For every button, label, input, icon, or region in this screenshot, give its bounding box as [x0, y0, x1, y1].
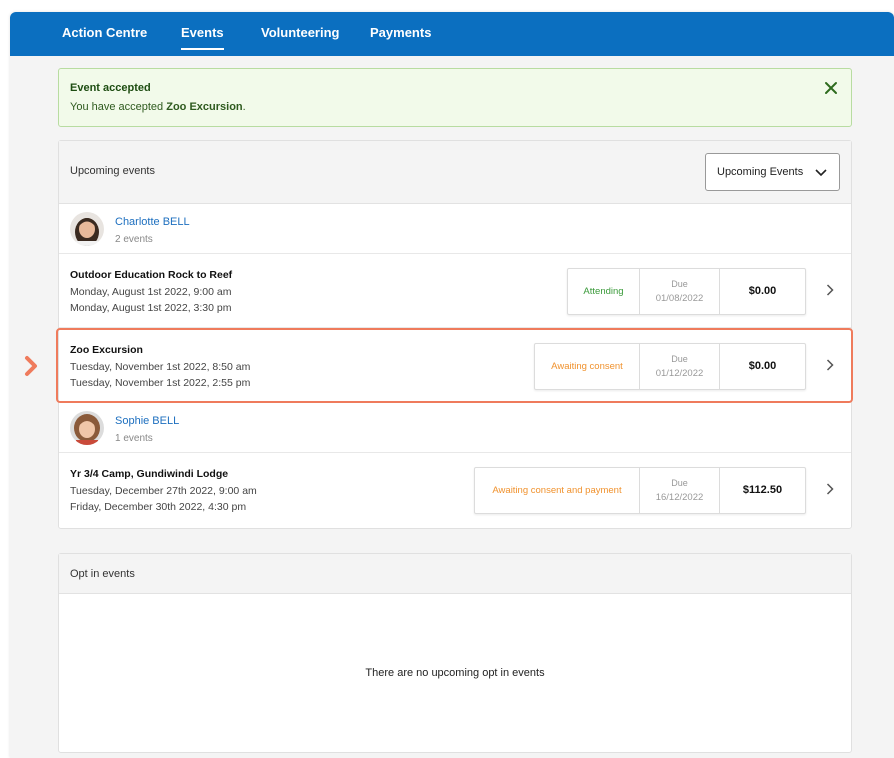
event-start-time: Tuesday, November 1st 2022, 8:50 am [70, 361, 251, 373]
event-amount: $112.50 [742, 484, 783, 496]
alert-title: Event accepted [70, 82, 151, 94]
app-window: Action Centre Events Volunteering Paymen… [10, 12, 894, 758]
chevron-right-icon [25, 356, 37, 376]
person-event-count: 1 events [115, 433, 153, 444]
event-amount: $0.00 [748, 360, 777, 372]
event-start-time: Monday, August 1st 2022, 9:00 am [70, 286, 232, 298]
event-end-time: Tuesday, November 1st 2022, 2:55 pm [70, 377, 251, 389]
event-end-time: Monday, August 1st 2022, 3:30 pm [70, 302, 232, 314]
event-amount: $0.00 [748, 285, 777, 297]
alert-message: You have accepted Zoo Excursion. [70, 101, 246, 113]
due-label: Due [671, 478, 688, 488]
person-header: Sophie BELL 1 events [59, 403, 851, 453]
due-label: Due [671, 354, 688, 364]
nav-volunteering[interactable]: Volunteering [261, 12, 339, 56]
nav-events[interactable]: Events [181, 12, 224, 56]
upcoming-events-header: Upcoming events Upcoming Events [59, 141, 851, 204]
amount-cell: $0.00 [719, 269, 805, 314]
person-name-link[interactable]: Charlotte BELL [115, 216, 190, 228]
nav-payments[interactable]: Payments [370, 12, 431, 56]
event-row[interactable]: Zoo Excursion Tuesday, November 1st 2022… [59, 329, 851, 403]
status-cell: Awaiting consent [535, 344, 639, 389]
due-date: 01/08/2022 [655, 293, 704, 304]
dropdown-selected-value: Upcoming Events [717, 166, 804, 178]
nav-action-centre[interactable]: Action Centre [62, 12, 147, 56]
event-status-summary: Awaiting consent Due 01/12/2022 $0.00 [534, 343, 806, 390]
chevron-right-icon[interactable] [826, 483, 834, 495]
status-cell: Awaiting consent and payment [475, 468, 639, 513]
due-label: Due [671, 279, 688, 289]
event-status-summary: Awaiting consent and payment Due 16/12/2… [474, 467, 806, 514]
status-cell: Attending [568, 269, 639, 314]
events-filter-dropdown[interactable]: Upcoming Events [705, 153, 840, 191]
amount-cell: $0.00 [719, 344, 805, 389]
event-status-summary: Attending Due 01/08/2022 $0.00 [567, 268, 806, 315]
chevron-right-icon[interactable] [826, 284, 834, 296]
opt-in-events-panel: Opt in events There are no upcoming opt … [58, 553, 852, 753]
chevron-down-icon [815, 169, 827, 177]
avatar [70, 411, 104, 445]
status-badge: Awaiting consent and payment [492, 485, 622, 496]
amount-cell: $112.50 [719, 468, 805, 513]
event-title: Outdoor Education Rock to Reef [70, 269, 233, 281]
person-name-link[interactable]: Sophie BELL [115, 415, 179, 427]
due-cell: Due 01/12/2022 [639, 344, 719, 389]
event-row[interactable]: Yr 3/4 Camp, Gundiwindi Lodge Tuesday, D… [59, 453, 851, 527]
event-end-time: Friday, December 30th 2022, 4:30 pm [70, 501, 247, 513]
upcoming-events-panel: Upcoming events Upcoming Events Charlott [58, 140, 852, 529]
success-alert: Event accepted You have accepted Zoo Exc… [58, 68, 852, 127]
event-title: Zoo Excursion [70, 344, 143, 356]
chevron-right-icon[interactable] [826, 359, 834, 371]
close-icon[interactable] [823, 80, 839, 96]
event-start-time: Tuesday, December 27th 2022, 9:00 am [70, 485, 257, 497]
avatar [70, 212, 104, 246]
opt-in-events-header: Opt in events [59, 554, 851, 594]
status-badge: Awaiting consent [551, 361, 623, 372]
event-row[interactable]: Outdoor Education Rock to Reef Monday, A… [59, 254, 851, 328]
due-cell: Due 01/08/2022 [639, 269, 719, 314]
person-event-count: 2 events [115, 234, 153, 245]
due-cell: Due 16/12/2022 [639, 468, 719, 513]
opt-in-events-title: Opt in events [70, 568, 135, 580]
empty-state-message: There are no upcoming opt in events [365, 667, 545, 679]
due-date: 01/12/2022 [655, 368, 704, 379]
person-header: Charlotte BELL 2 events [59, 204, 851, 254]
alert-event-name: Zoo Excursion [166, 101, 243, 113]
event-title: Yr 3/4 Camp, Gundiwindi Lodge [70, 468, 229, 480]
due-date: 16/12/2022 [655, 492, 704, 503]
upcoming-events-title: Upcoming events [70, 165, 155, 177]
status-badge: Attending [583, 286, 624, 297]
top-navigation: Action Centre Events Volunteering Paymen… [10, 12, 894, 56]
